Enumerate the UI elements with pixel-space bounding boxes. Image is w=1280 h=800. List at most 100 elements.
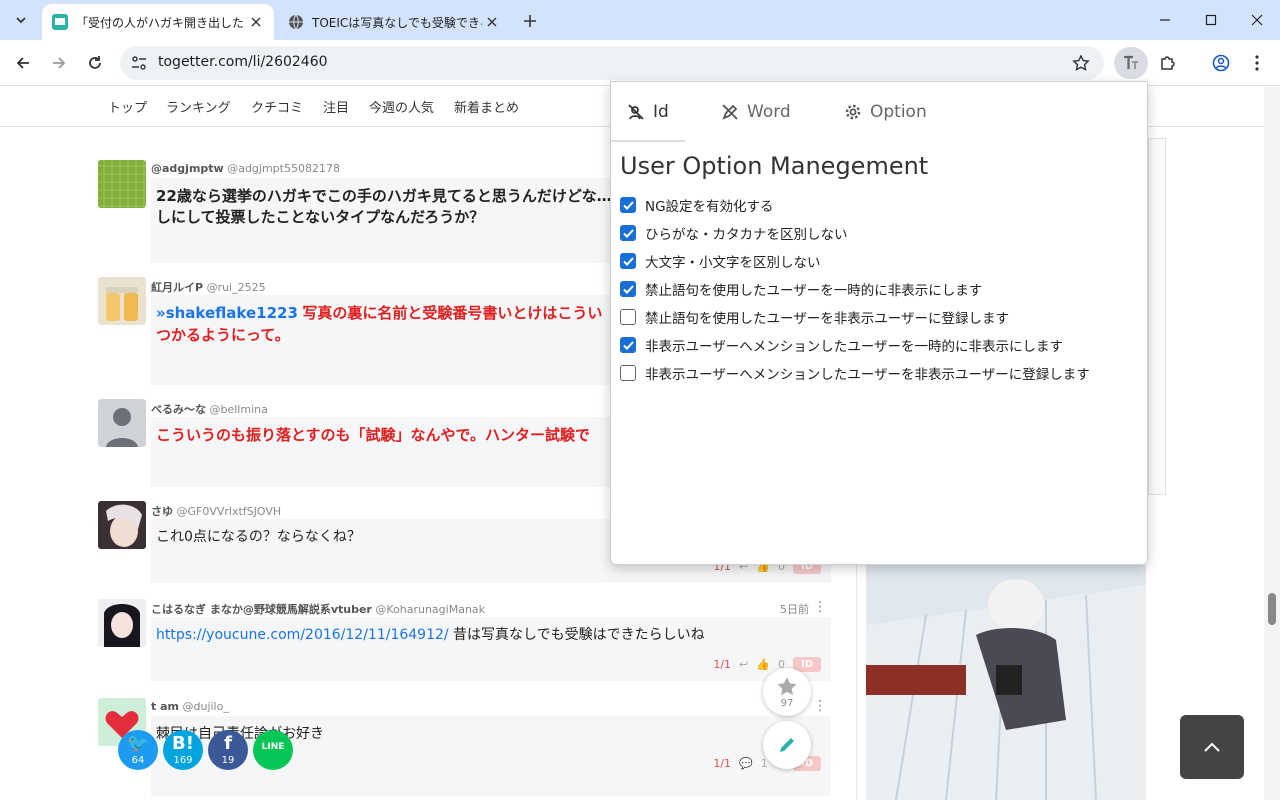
extensions-button[interactable] (1154, 49, 1182, 77)
scrollbar-thumb[interactable] (1268, 593, 1276, 625)
post-author[interactable]: べるみ～な @bellmina (151, 401, 268, 417)
retweet-icon[interactable]: ↩ (739, 658, 748, 671)
nav-ranking[interactable]: ランキング (166, 97, 231, 116)
avatar[interactable] (98, 160, 146, 208)
maximize-button[interactable] (1188, 0, 1234, 40)
twitter-share-button[interactable]: 🐦 64 (118, 730, 158, 770)
post-time[interactable]: 5日前 (780, 601, 809, 617)
favorite-button[interactable]: 97 (763, 668, 811, 716)
avatar[interactable] (98, 399, 146, 447)
reload-icon (89, 56, 101, 69)
arrow-left-icon (16, 57, 29, 69)
forward-button[interactable] (45, 49, 73, 77)
post-text: https://youcune.com/2016/12/11/164912/ 昔… (156, 627, 705, 643)
advertisement-image[interactable] (866, 565, 1146, 800)
nav-kuchikomi[interactable]: クチコミ (251, 97, 303, 116)
tab-title: TOEICは写真なしでも受験できる (312, 15, 482, 30)
extension-popup: Id Word Option User Option Manegement NG… (610, 81, 1148, 565)
option-temp-hide-ng-users[interactable]: 禁止語句を使用したユーザーを一時的に非表示にします (620, 279, 982, 299)
edit-button[interactable] (763, 721, 811, 769)
checkbox[interactable] (620, 253, 636, 269)
like-icon[interactable]: 👍 (756, 658, 770, 671)
profile-icon (1212, 54, 1230, 72)
arrow-right-icon (53, 57, 66, 69)
option-temp-hide-mention-users[interactable]: 非表示ユーザーへメンションしたユーザーを一時的に非表示にします (620, 335, 1063, 355)
facebook-icon: f (224, 733, 232, 754)
avatar[interactable] (98, 501, 146, 549)
chevron-up-icon (1204, 742, 1220, 752)
line-share-button[interactable]: LINE (253, 730, 293, 770)
sidebar-ad[interactable] (1148, 138, 1166, 495)
post-author[interactable]: こはるなぎ まなか@野球競馬解説系vtuber @KoharunagiManak (151, 601, 485, 617)
bookmark-star-icon[interactable] (1072, 54, 1090, 72)
page-indicator[interactable]: 1/1 (713, 757, 731, 770)
post-menu-icon[interactable]: ⋮ (813, 599, 827, 615)
minimize-button[interactable] (1142, 0, 1188, 40)
ng-extension-button[interactable] (1114, 47, 1148, 79)
active-tab-indicator (611, 140, 685, 142)
tab-search-dropdown[interactable] (8, 7, 34, 33)
nav-chumoku[interactable]: 注目 (323, 97, 349, 116)
post-author[interactable]: @adgjmptw @adgjmpt55082178 (151, 162, 340, 175)
twitter-bird-icon: 🐦 (126, 733, 150, 754)
back-button[interactable] (9, 49, 37, 77)
checkbox[interactable] (620, 337, 636, 353)
browser-menu-button[interactable] (1243, 49, 1271, 77)
option-register-mention-users[interactable]: 非表示ユーザーへメンションしたユーザーを非表示ユーザーに登録します (620, 363, 1090, 383)
page-scrollbar[interactable] (1264, 87, 1280, 800)
browser-tab-bar: 「受付の人がハガキ開き出したとき？ TOEICは写真なしでも受験できる (0, 0, 1280, 40)
close-window-button[interactable] (1234, 0, 1280, 40)
user-slash-icon (628, 104, 644, 120)
checkbox[interactable] (620, 365, 636, 381)
post-author[interactable]: t am @dujilo_ (151, 700, 229, 713)
post-text: こういうのも振り落とすのも「試験」なんやで。ハンター試験で (156, 426, 590, 444)
hatena-icon: B! (172, 733, 194, 754)
reload-button[interactable] (81, 49, 109, 77)
chevron-down-icon (16, 17, 26, 24)
post-menu-icon[interactable]: ⋮ (813, 698, 827, 714)
tab-word[interactable]: Word (721, 100, 791, 124)
extension-logo-icon (1124, 55, 1138, 69)
avatar[interactable] (98, 277, 146, 325)
browser-tab-inactive[interactable]: TOEICは写真なしでも受験できる (278, 4, 510, 40)
mention-link[interactable]: »shakeflake1223 (156, 304, 298, 322)
close-tab-icon[interactable] (482, 12, 502, 32)
browser-tab-active[interactable]: 「受付の人がハガキ開き出したとき？ (42, 4, 274, 40)
post-author[interactable]: 紅月ルイP @rui_2525 (151, 279, 266, 295)
post-text: これ0点になるの？ならなくね？ (156, 529, 361, 545)
post-link[interactable]: https://youcune.com/2016/12/11/164912/ (156, 627, 449, 643)
option-register-ng-users[interactable]: 禁止語句を使用したユーザーを非表示ユーザーに登録します (620, 307, 1009, 327)
tab-id[interactable]: Id (627, 100, 669, 124)
nav-new-matome[interactable]: 新着まとめ (454, 97, 519, 116)
checkbox[interactable] (620, 309, 636, 325)
tab-option[interactable]: Option (844, 100, 927, 124)
reply-icon[interactable]: 💬 (739, 757, 753, 770)
scroll-to-top-button[interactable] (1180, 715, 1244, 779)
post-author[interactable]: さゆ @GF0VVrlxtfSJOVH (151, 503, 281, 519)
nav-weekly-popular[interactable]: 今週の人気 (369, 97, 434, 116)
pencil-icon (780, 738, 794, 752)
option-enable-ng[interactable]: NG設定を有効化する (620, 195, 774, 215)
page-indicator[interactable]: 1/1 (713, 658, 731, 671)
new-tab-button[interactable] (518, 9, 542, 33)
checkbox[interactable] (620, 225, 636, 241)
address-bar[interactable]: togetter.com/li/2602460 (120, 46, 1104, 80)
avatar[interactable] (98, 599, 146, 647)
close-tab-icon[interactable] (246, 12, 266, 32)
option-ignore-case[interactable]: 大文字・小文字を区別しない (620, 251, 821, 271)
togetter-favicon-icon (52, 14, 68, 30)
hatena-share-button[interactable]: B! 169 (163, 730, 203, 770)
tweet-post: こはるなぎ まなか@野球競馬解説系vtuber @KoharunagiManak… (98, 599, 831, 689)
site-info-icon[interactable] (130, 54, 148, 72)
line-icon: LINE (261, 742, 285, 752)
favorite-count: 97 (780, 697, 794, 709)
gear-icon (845, 104, 861, 120)
url-text: togetter.com/li/2602460 (158, 54, 328, 70)
option-ignore-kana[interactable]: ひらがな・カタカナを区別しない (620, 223, 848, 243)
checkbox[interactable] (620, 197, 636, 213)
post-meta: 1/1 ↩ 👍 0 ID (713, 657, 821, 672)
checkbox[interactable] (620, 281, 636, 297)
nav-top[interactable]: トップ (108, 97, 147, 116)
profile-button[interactable] (1207, 49, 1235, 77)
facebook-share-button[interactable]: f 19 (208, 730, 248, 770)
